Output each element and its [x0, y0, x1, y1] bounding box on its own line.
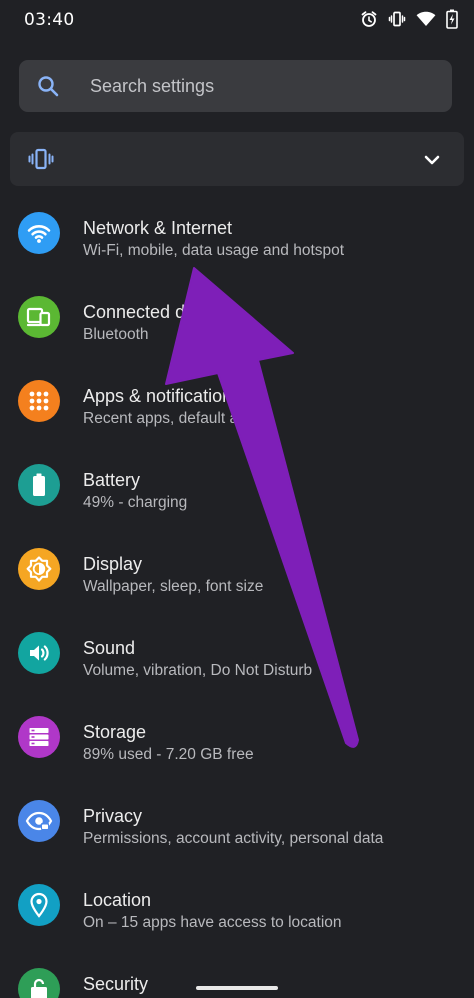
wifi-icon — [416, 10, 436, 28]
eye-icon — [18, 800, 60, 842]
search-input[interactable]: Search settings — [19, 60, 452, 112]
status-bar: 03:40 — [0, 0, 474, 40]
setting-subtitle: Recent apps, default apps — [83, 410, 264, 427]
setting-subtitle: 49% - charging — [83, 494, 188, 511]
settings-screen: 03:40 Search settings Network & Internet… — [0, 0, 474, 998]
setting-title: Connected devices — [83, 302, 237, 322]
setting-subtitle: Permissions, account activity, personal … — [83, 830, 384, 847]
setting-subtitle: Wi-Fi, mobile, data usage and hotspot — [83, 242, 345, 259]
storage-icon — [18, 716, 60, 758]
setting-network-internet[interactable]: Network & Internet Wi-Fi, mobile, data u… — [0, 194, 474, 278]
setting-connected-devices[interactable]: Connected devices Bluetooth — [0, 278, 474, 362]
battery-charging-icon — [446, 9, 458, 29]
vibrate-icon — [28, 147, 54, 176]
settings-list: Network & Internet Wi-Fi, mobile, data u… — [0, 194, 474, 998]
lock-icon — [18, 968, 60, 998]
wifi-icon — [18, 212, 60, 254]
setting-security[interactable]: Security — [0, 950, 474, 998]
setting-subtitle: Volume, vibration, Do Not Disturb — [83, 662, 313, 679]
setting-privacy[interactable]: Privacy Permissions, account activity, p… — [0, 782, 474, 866]
vibrate-icon — [388, 10, 406, 28]
devices-icon — [18, 296, 60, 338]
apps-grid-icon — [18, 380, 60, 422]
setting-subtitle: 89% used - 7.20 GB free — [83, 746, 254, 763]
volume-icon — [18, 632, 60, 674]
setting-storage[interactable]: Storage 89% used - 7.20 GB free — [0, 698, 474, 782]
setting-sound[interactable]: Sound Volume, vibration, Do Not Disturb — [0, 614, 474, 698]
setting-title: Display — [83, 554, 143, 574]
setting-subtitle: On – 15 apps have access to location — [83, 914, 342, 931]
setting-title: Network & Internet — [83, 218, 233, 238]
setting-location[interactable]: Location On – 15 apps have access to loc… — [0, 866, 474, 950]
status-time: 03:40 — [24, 10, 75, 30]
sound-mode-card[interactable] — [10, 132, 464, 186]
setting-display[interactable]: Display Wallpaper, sleep, font size — [0, 530, 474, 614]
setting-title: Storage — [83, 722, 147, 742]
setting-subtitle: Bluetooth — [83, 326, 149, 343]
setting-title: Sound — [83, 638, 136, 658]
brightness-icon — [18, 548, 60, 590]
setting-title: Apps & notifications — [83, 386, 242, 406]
location-pin-icon — [18, 884, 60, 926]
battery-icon — [18, 464, 60, 506]
gesture-nav-handle[interactable] — [196, 986, 278, 990]
setting-title: Privacy — [83, 806, 143, 826]
setting-title: Battery — [83, 470, 141, 490]
setting-title: Location — [83, 890, 152, 910]
setting-title: Security — [83, 974, 149, 994]
setting-subtitle: Wallpaper, sleep, font size — [83, 578, 264, 595]
status-icons — [360, 9, 458, 29]
search-placeholder: Search settings — [90, 76, 215, 96]
alarm-icon — [360, 10, 378, 28]
setting-battery[interactable]: Battery 49% - charging — [0, 446, 474, 530]
search-icon — [37, 75, 59, 97]
chevron-down-icon[interactable] — [424, 153, 440, 171]
setting-apps-notifications[interactable]: Apps & notifications Recent apps, defaul… — [0, 362, 474, 446]
